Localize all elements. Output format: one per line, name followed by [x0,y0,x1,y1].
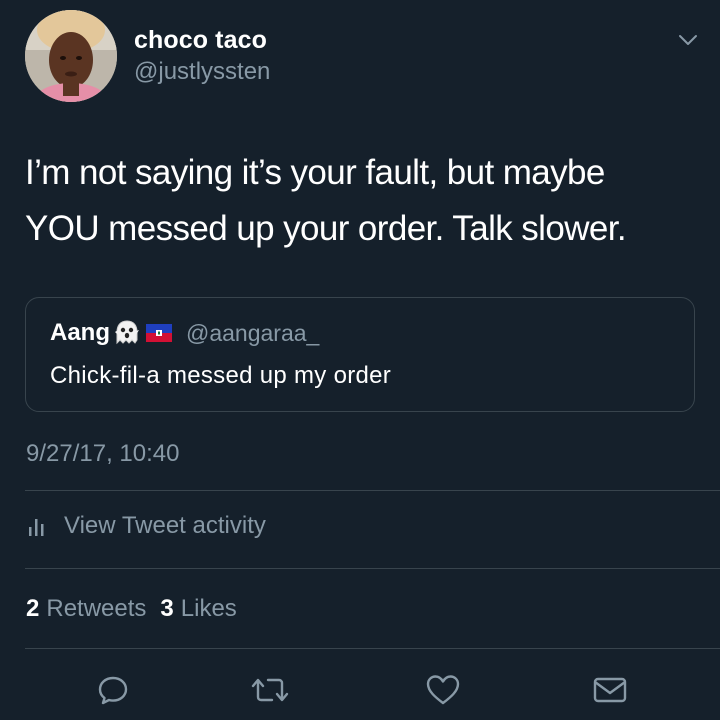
likes-count[interactable]: 3 [160,595,173,623]
direct-message-icon[interactable] [590,670,630,710]
quoted-author-handle: @aangaraa_ [186,319,320,346]
retweet-icon[interactable] [250,670,290,710]
view-tweet-activity-link[interactable]: View Tweet activity [26,512,266,540]
ghost-emoji-icon [112,318,142,348]
divider [25,648,720,649]
reply-icon[interactable] [93,670,133,710]
retweets-label[interactable]: Retweets [46,595,146,623]
author-handle[interactable]: @justlyssten [134,58,270,86]
chevron-down-icon[interactable] [676,30,700,50]
quoted-tweet-text: Chick-fil-a messed up my order [50,362,392,389]
tweet-text-line: YOU messed up your order. Talk slower. [25,209,627,248]
divider [25,568,720,569]
author-display-name[interactable]: choco taco [134,26,267,55]
quoted-tweet-card[interactable]: Aang @aangaraa_ Chick-fil-a messed up my… [25,297,695,412]
tweet-text: I’m not saying it’s your fault, but mayb… [25,145,705,257]
bar-chart-icon [26,515,48,537]
tweet-stats: 2 Retweets 3 Likes [26,595,251,623]
likes-label[interactable]: Likes [181,595,237,623]
view-tweet-activity-label: View Tweet activity [64,512,266,539]
haiti-flag-icon [146,324,172,342]
quoted-author-name: Aang [50,319,110,346]
tweet-timestamp: 9/27/17, 10:40 [26,440,180,467]
tweet-text-line: I’m not saying it’s your fault, but mayb… [25,153,605,192]
divider [25,490,720,491]
like-icon[interactable] [423,670,463,710]
retweets-count[interactable]: 2 [26,595,39,623]
quoted-tweet-header: Aang @aangaraa_ [50,318,319,348]
avatar[interactable] [25,10,117,102]
